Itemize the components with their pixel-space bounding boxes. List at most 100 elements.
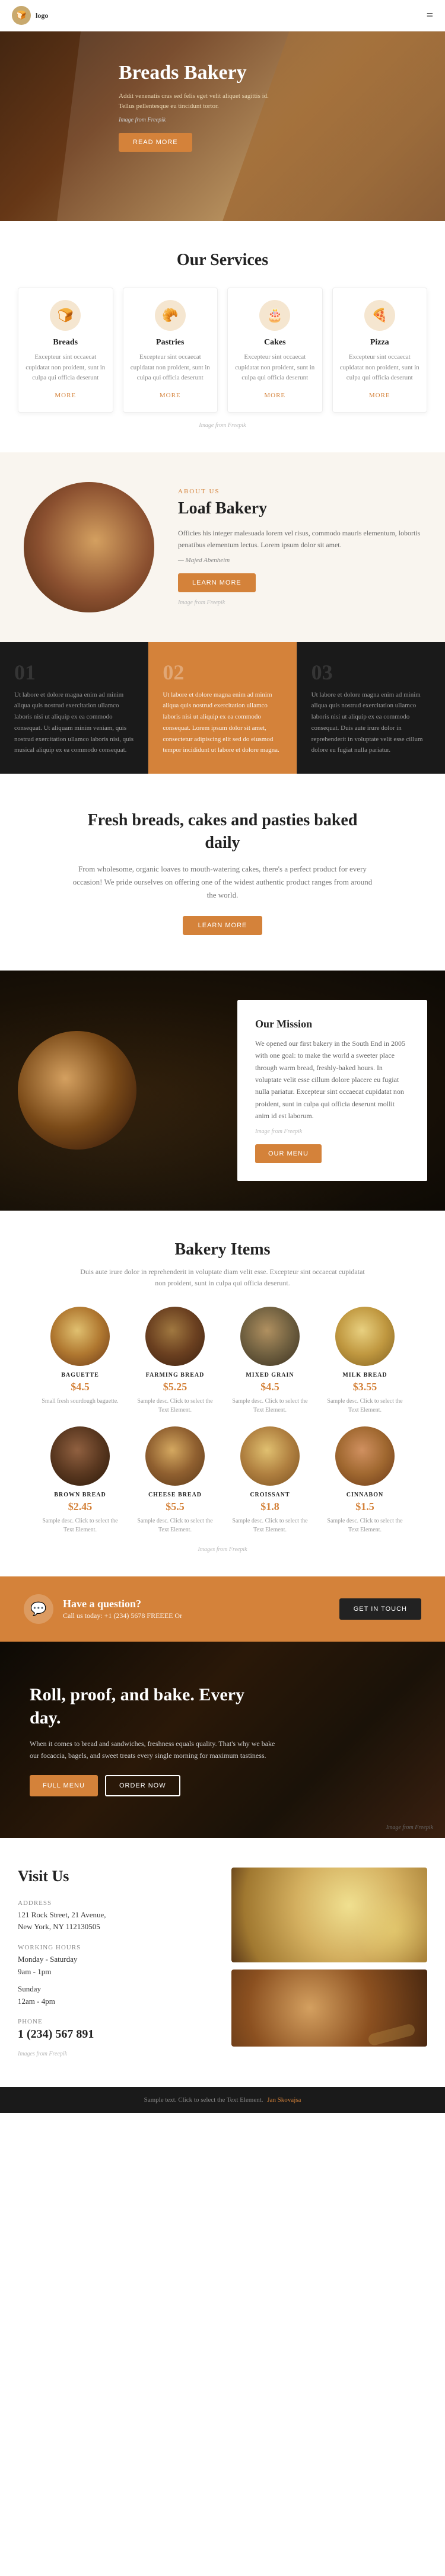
question-title: Have a question? bbox=[63, 1598, 182, 1610]
item-milk-bread: MILK BREAD $3.55 Sample desc. Click to s… bbox=[323, 1307, 406, 1415]
hero-title: Breads Bakery bbox=[119, 61, 427, 85]
service-pizza-name: Pizza bbox=[340, 338, 420, 347]
footer-link[interactable]: Jan Skovajsa bbox=[267, 2096, 301, 2103]
baguette-name: BAGUETTE bbox=[39, 1372, 122, 1378]
services-grid: 🍞 Breads Excepteur sint occaecat cupidat… bbox=[18, 288, 427, 413]
farming-name: FARMING BREAD bbox=[134, 1372, 217, 1378]
mission-our-menu-button[interactable]: OUR MENU bbox=[255, 1144, 322, 1163]
milk-price: $3.55 bbox=[323, 1381, 406, 1393]
question-subtitle: Call us today: +1 (234) 5678 FREEEE Or bbox=[63, 1611, 182, 1620]
get-in-touch-button[interactable]: GET IN TOUCH bbox=[339, 1598, 421, 1620]
services-section: Our Services 🍞 Breads Excepteur sint occ… bbox=[0, 221, 445, 452]
visit-hours-sunday: Sunday12am - 4pm bbox=[18, 1983, 214, 2008]
site-footer: Sample text. Click to select the Text El… bbox=[0, 2087, 445, 2113]
services-title: Our Services bbox=[18, 251, 427, 270]
baguette-desc: Small fresh sourdough baguette. bbox=[39, 1397, 122, 1406]
fresh-title: Fresh breads, cakes and pasties baked da… bbox=[80, 809, 365, 854]
fresh-learn-more-button[interactable]: LEARN MORE bbox=[183, 916, 263, 935]
num-text-1: Ut labore et dolore magna enim ad minim … bbox=[14, 690, 134, 756]
num-block-3: 03 Ut labore et dolore magna enim ad min… bbox=[297, 642, 445, 774]
service-breads-name: Breads bbox=[26, 338, 106, 347]
bakery-items-title: Bakery Items bbox=[18, 1240, 427, 1259]
bakery-items-subtitle: Duis aute irure dolor in reprehenderit i… bbox=[74, 1266, 371, 1289]
hamburger-icon: ≡ bbox=[427, 9, 433, 22]
visit-content: Visit Us ADDRESS 121 Rock Street, 21 Ave… bbox=[18, 1868, 214, 2058]
cheese-image bbox=[145, 1426, 205, 1486]
visit-address-block: ADDRESS 121 Rock Street, 21 Avenue,New Y… bbox=[18, 1900, 214, 1934]
service-pastries-link[interactable]: MORE bbox=[160, 392, 181, 399]
cakes-icon: 🎂 bbox=[259, 300, 290, 331]
question-icon: 💬 bbox=[24, 1594, 53, 1624]
hero-subtitle: Addit venenatis cras sed felis eget veli… bbox=[119, 91, 279, 112]
cinnabon-name: CINNABON bbox=[323, 1492, 406, 1498]
logo-icon: 🍞 bbox=[12, 6, 31, 25]
order-now-button[interactable]: ORDER NOW bbox=[105, 1775, 180, 1796]
visit-address-value: 121 Rock Street, 21 Avenue,New York, NY … bbox=[18, 1909, 214, 1934]
baguette-image bbox=[50, 1307, 110, 1366]
service-pastries-desc: Excepteur sint occaecat cupidatat non pr… bbox=[131, 352, 211, 384]
service-card-pizza: 🍕 Pizza Excepteur sint occaecat cupidata… bbox=[332, 288, 428, 413]
num-block-1: 01 Ut labore et dolore magna enim ad min… bbox=[0, 642, 148, 774]
milk-image bbox=[335, 1307, 395, 1366]
service-card-cakes: 🎂 Cakes Excepteur sint occaecat cupidata… bbox=[227, 288, 323, 413]
item-baguette: BAGUETTE $4.5 Small fresh sourdough bagu… bbox=[39, 1307, 122, 1415]
service-breads-desc: Excepteur sint occaecat cupidatat non pr… bbox=[26, 352, 106, 384]
footer-text: Sample text. Click to select the Text El… bbox=[18, 2096, 427, 2103]
mixed-image bbox=[240, 1307, 300, 1366]
roll-buttons: FULL MENU ORDER NOW bbox=[30, 1775, 279, 1796]
loaf-image-credit: Image from Freepik bbox=[178, 599, 421, 606]
service-pizza-desc: Excepteur sint occaecat cupidatat non pr… bbox=[340, 352, 420, 384]
service-cakes-link[interactable]: MORE bbox=[264, 392, 285, 399]
cinnabon-desc: Sample desc. Click to select the Text El… bbox=[323, 1517, 406, 1534]
roll-credit: Image from Freepik bbox=[386, 1824, 433, 1831]
brown-name: BROWN BREAD bbox=[39, 1492, 122, 1498]
hamburger-menu[interactable]: ≡ bbox=[427, 9, 433, 23]
visit-phone-label: PHONE bbox=[18, 2018, 214, 2025]
milk-desc: Sample desc. Click to select the Text El… bbox=[323, 1397, 406, 1415]
bakery-items-section: Bakery Items Duis aute irure dolor in re… bbox=[0, 1211, 445, 1576]
roll-section: Roll, proof, and bake. Every day. When i… bbox=[0, 1642, 445, 1838]
visit-image-top bbox=[231, 1868, 427, 1962]
logo[interactable]: 🍞 logo bbox=[12, 6, 48, 25]
item-croissant: CROISSANT $1.8 Sample desc. Click to sel… bbox=[228, 1426, 312, 1534]
loaf-learn-more-button[interactable]: LEARN MORE bbox=[178, 573, 256, 592]
item-cinnabon: CINNABON $1.5 Sample desc. Click to sele… bbox=[323, 1426, 406, 1534]
cinnabon-price: $1.5 bbox=[323, 1501, 406, 1513]
num-text-2: Ut labore et dolore magna enim ad minim … bbox=[163, 690, 282, 756]
visit-title: Visit Us bbox=[18, 1868, 214, 1885]
mission-left-image bbox=[18, 1031, 136, 1150]
service-card-breads: 🍞 Breads Excepteur sint occaecat cupidat… bbox=[18, 288, 113, 413]
loaf-image bbox=[24, 482, 154, 612]
farming-desc: Sample desc. Click to select the Text El… bbox=[134, 1397, 217, 1415]
croissant-price: $1.8 bbox=[228, 1501, 312, 1513]
item-farming-bread: FARMING BREAD $5.25 Sample desc. Click t… bbox=[134, 1307, 217, 1415]
num-text-3: Ut labore et dolore magna enim ad minim … bbox=[312, 690, 431, 756]
brown-desc: Sample desc. Click to select the Text El… bbox=[39, 1517, 122, 1534]
loaf-content: ABOUT US Loaf Bakery Officies his intege… bbox=[178, 488, 421, 606]
farming-image bbox=[145, 1307, 205, 1366]
roll-desc: When it comes to bread and sandwiches, f… bbox=[30, 1738, 279, 1762]
farming-price: $5.25 bbox=[134, 1381, 217, 1393]
service-pizza-link[interactable]: MORE bbox=[369, 392, 390, 399]
service-breads-link[interactable]: MORE bbox=[55, 392, 76, 399]
loaf-desc: Officies his integer malesuada lorem vel… bbox=[178, 527, 421, 551]
site-header: 🍞 logo ≡ bbox=[0, 0, 445, 31]
loaf-author: — Majed Abenheim bbox=[178, 557, 421, 564]
bakery-items-grid: BAGUETTE $4.5 Small fresh sourdough bagu… bbox=[18, 1307, 427, 1534]
num-label-3: 03 bbox=[312, 660, 431, 685]
loaf-section: ABOUT US Loaf Bakery Officies his intege… bbox=[0, 452, 445, 642]
loaf-title: Loaf Bakery bbox=[178, 499, 421, 519]
visit-phone-block: PHONE 1 (234) 567 891 bbox=[18, 2018, 214, 2041]
mission-title: Our Mission bbox=[255, 1018, 409, 1030]
cheese-name: CHEESE BREAD bbox=[134, 1492, 217, 1498]
croissant-image bbox=[240, 1426, 300, 1486]
logo-text: logo bbox=[36, 11, 48, 20]
full-menu-button[interactable]: FULL MENU bbox=[30, 1775, 98, 1796]
read-more-button[interactable]: READ MORE bbox=[119, 133, 192, 152]
service-card-pastries: 🥐 Pastries Excepteur sint occaecat cupid… bbox=[123, 288, 218, 413]
pastries-icon: 🥐 bbox=[155, 300, 186, 331]
num-block-2: 02 Ut labore et dolore magna enim ad min… bbox=[148, 642, 297, 774]
visit-section: Visit Us ADDRESS 121 Rock Street, 21 Ave… bbox=[0, 1838, 445, 2087]
item-brown-bread: BROWN BREAD $2.45 Sample desc. Click to … bbox=[39, 1426, 122, 1534]
visit-hours-weekday: Monday - Saturday9am - 1pm bbox=[18, 1953, 214, 1978]
